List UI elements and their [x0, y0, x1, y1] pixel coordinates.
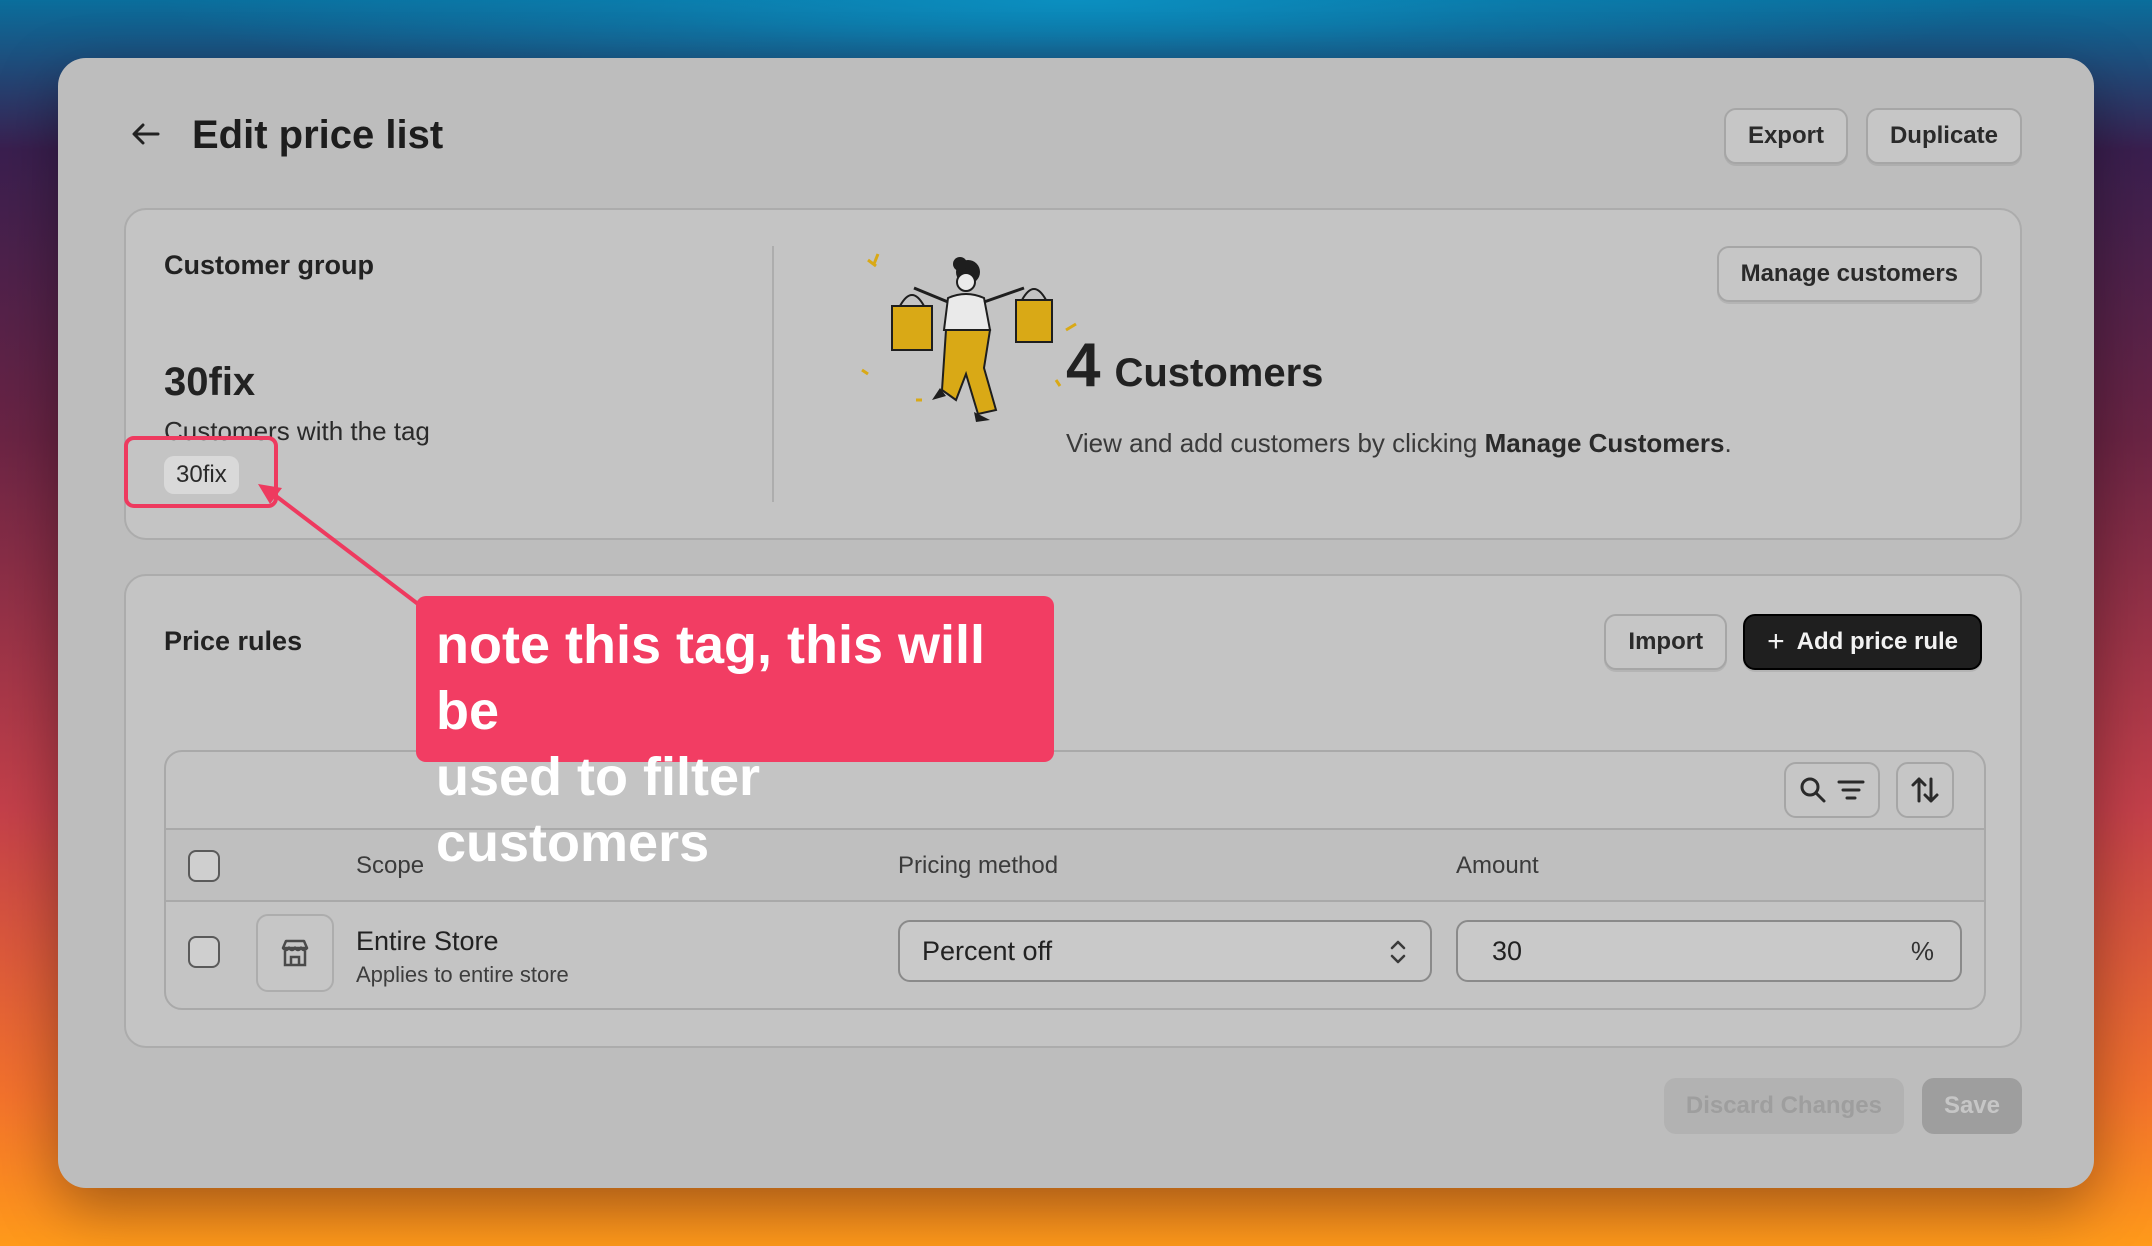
- annotation-line-1: note this tag, this will be: [436, 615, 986, 741]
- tag-highlight-box: [124, 436, 278, 508]
- store-icon: [281, 939, 309, 967]
- customer-group-card: Customer group 30fix Customers with the …: [124, 208, 2022, 540]
- filter-icon: [1837, 780, 1865, 800]
- discard-changes-button[interactable]: Discard Changes: [1663, 1078, 1904, 1134]
- search-filter-button[interactable]: [1784, 762, 1880, 818]
- arrow-left-icon: [132, 123, 160, 145]
- customers-hint-text: View and add customers by clicking: [1066, 428, 1485, 458]
- app-window: Edit price list Export Duplicate Custome…: [58, 58, 2094, 1188]
- search-icon: [1800, 777, 1826, 803]
- annotation-line-2: used to filter customers: [436, 747, 761, 873]
- customers-hint-bold: Manage Customers: [1484, 428, 1725, 458]
- customers-hint: View and add customers by clicking Manag…: [1066, 428, 1732, 459]
- manage-customers-button[interactable]: Manage customers: [1716, 246, 1982, 302]
- page-header: Edit price list Export Duplicate: [126, 102, 2022, 166]
- table-row: Entire Store Applies to entire store Per…: [166, 902, 1984, 1008]
- sort-button[interactable]: [1896, 762, 1954, 818]
- plus-icon: +: [1767, 625, 1785, 658]
- customers-count: 4 Customers: [1066, 330, 1323, 401]
- export-button[interactable]: Export: [1723, 108, 1848, 164]
- footer-actions: Discard Changes Save: [1663, 1078, 2022, 1134]
- card-divider: [772, 246, 774, 502]
- customers-count-number: 4: [1066, 331, 1101, 400]
- pricing-method-select[interactable]: Percent off: [898, 920, 1432, 982]
- amount-unit: %: [1910, 936, 1934, 966]
- header-actions: Export Duplicate: [1723, 108, 2022, 164]
- customers-count-label: Customers: [1114, 351, 1324, 395]
- price-rules-card: Price rules Import + Add price rule Scop…: [124, 574, 2022, 1048]
- row-checkbox[interactable]: [188, 936, 220, 968]
- amount-input[interactable]: 30 %: [1456, 920, 1962, 982]
- import-button[interactable]: Import: [1604, 614, 1728, 670]
- customers-hint-suffix: .: [1724, 428, 1732, 458]
- shopping-woman-illustration: [861, 253, 1077, 422]
- add-price-rule-button[interactable]: + Add price rule: [1743, 614, 1982, 670]
- add-price-rule-label: Add price rule: [1796, 628, 1958, 655]
- duplicate-button[interactable]: Duplicate: [1865, 108, 2022, 164]
- sort-icon: [1911, 777, 1939, 803]
- customer-group-heading: Customer group: [164, 250, 375, 280]
- price-rules-actions: Import + Add price rule: [1604, 614, 1982, 670]
- pricing-method-value: Percent off: [922, 936, 1053, 966]
- column-header-scope: Scope: [356, 852, 425, 879]
- chevron-up-down-icon: [1390, 940, 1406, 964]
- annotation-callout: note this tag, this will be used to filt…: [416, 596, 1054, 873]
- column-header-amount: Amount: [1456, 852, 1539, 879]
- back-button[interactable]: [126, 114, 166, 154]
- store-thumbnail: [256, 914, 334, 992]
- save-button[interactable]: Save: [1921, 1078, 2022, 1134]
- price-rules-heading: Price rules: [164, 626, 303, 656]
- customer-group-name: 30fix: [164, 360, 256, 404]
- page-title: Edit price list: [192, 113, 444, 157]
- scope-title: Entire Store: [356, 926, 499, 956]
- scope-subtitle: Applies to entire store: [356, 962, 569, 987]
- select-all-checkbox[interactable]: [188, 850, 220, 882]
- amount-value: 30: [1492, 936, 1523, 966]
